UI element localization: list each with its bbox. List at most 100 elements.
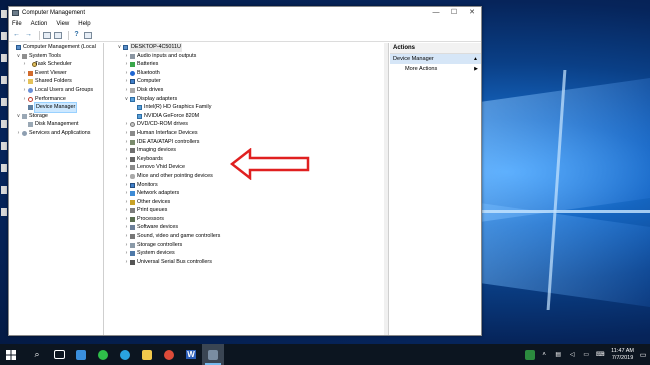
desktop-shortcut-icon[interactable]: [1, 98, 7, 106]
collapsed-chevron-icon[interactable]: ›: [124, 52, 129, 61]
tree-item-dvd-cd-rom-drives[interactable]: › DVD/CD-ROM drives: [105, 120, 388, 129]
collapsed-chevron-icon[interactable]: ›: [22, 77, 27, 86]
volume-icon[interactable]: ◁: [567, 350, 577, 360]
expanded-chevron-icon[interactable]: ∨: [124, 95, 129, 104]
desktop-shortcut-icon[interactable]: [1, 120, 7, 128]
desktop-shortcut-icon[interactable]: [1, 54, 7, 62]
tree-item-nvidia-geforce-820m[interactable]: NVIDIA GeForce 820M: [105, 112, 388, 121]
tree-item-monitors[interactable]: › Monitors: [105, 181, 388, 190]
collapsed-chevron-icon[interactable]: ›: [124, 86, 129, 95]
collapsed-chevron-icon[interactable]: ›: [124, 223, 129, 232]
tree-item-performance[interactable]: › Performance: [9, 95, 103, 104]
collapsed-chevron-icon[interactable]: ›: [22, 69, 27, 78]
collapsed-chevron-icon[interactable]: ›: [124, 258, 129, 267]
desktop-shortcut-icon[interactable]: [1, 76, 7, 84]
computer-management-taskbar-icon[interactable]: [202, 344, 224, 365]
collapsed-chevron-icon[interactable]: ›: [124, 129, 129, 138]
tree-item-human-interface-devices[interactable]: › Human Interface Devices: [105, 129, 388, 138]
collapsed-chevron-icon[interactable]: ›: [124, 60, 129, 69]
desktop-shortcut-icon[interactable]: [1, 208, 7, 216]
tree-item-system-tools[interactable]: ∨ System Tools: [9, 52, 103, 61]
tree-item-system-devices[interactable]: › System devices: [105, 249, 388, 258]
help-icon[interactable]: ?: [72, 31, 81, 39]
collapsed-chevron-icon[interactable]: ›: [124, 69, 129, 78]
tree-item-batteries[interactable]: › Batteries: [105, 60, 388, 69]
collapsed-chevron-icon[interactable]: ›: [124, 163, 129, 172]
minimize-button[interactable]: —: [427, 7, 445, 19]
network-icon[interactable]: ▤: [553, 350, 563, 360]
tree-item-disk-drives[interactable]: › Disk drives: [105, 86, 388, 95]
vertical-scrollbar[interactable]: [384, 43, 388, 335]
collapsed-chevron-icon[interactable]: ›: [124, 215, 129, 224]
menu-file[interactable]: File: [12, 21, 22, 27]
tree-item-shared-folders[interactable]: › Shared Folders: [9, 77, 103, 86]
collapsed-chevron-icon[interactable]: ›: [124, 249, 129, 258]
tree-item-bluetooth[interactable]: › Bluetooth: [105, 69, 388, 78]
expanded-chevron-icon[interactable]: ∨: [16, 112, 21, 121]
tree-item-disk-management[interactable]: Disk Management: [9, 120, 103, 129]
back-icon[interactable]: ←: [12, 31, 21, 39]
collapsed-chevron-icon[interactable]: ›: [22, 95, 27, 104]
collapsed-chevron-icon[interactable]: ›: [124, 172, 129, 181]
desktop-shortcut-icon[interactable]: [1, 142, 7, 150]
collapsed-chevron-icon[interactable]: ›: [124, 120, 129, 129]
tree-item-usb-controllers[interactable]: › Universal Serial Bus controllers: [105, 258, 388, 267]
collapsed-chevron-icon[interactable]: ›: [124, 155, 129, 164]
tree-item-network-adapters[interactable]: › Network adapters: [105, 189, 388, 198]
tree-item-display-adapters[interactable]: ∨ Display adapters: [105, 95, 388, 104]
collapsed-chevron-icon[interactable]: ›: [124, 77, 129, 86]
keyboard-icon[interactable]: ⌨: [595, 350, 605, 360]
collapsed-chevron-icon[interactable]: ›: [124, 241, 129, 250]
collapsed-chevron-icon[interactable]: ›: [16, 129, 21, 138]
search-icon[interactable]: ⌕: [26, 344, 48, 365]
telegram-icon[interactable]: [114, 344, 136, 365]
tree-item-ide-ata-atapi-controllers[interactable]: › IDE ATA/ATAPI controllers: [105, 138, 388, 147]
action-center-icon[interactable]: ▭: [638, 344, 648, 365]
tree-item-local-users-groups[interactable]: › Local Users and Groups: [9, 86, 103, 95]
battery-icon[interactable]: ▭: [581, 350, 591, 360]
desktop-shortcut-icon[interactable]: [1, 10, 7, 18]
desktop-shortcut-icon[interactable]: [1, 32, 7, 40]
system-clock[interactable]: 11:47 AM 7/7/2019: [611, 348, 634, 362]
task-view-icon[interactable]: [48, 344, 70, 365]
tree-item-audio-inputs-outputs[interactable]: › Audio inputs and outputs: [105, 52, 388, 61]
tree-item-processors[interactable]: › Processors: [105, 215, 388, 224]
collapsed-chevron-icon[interactable]: ›: [124, 206, 129, 215]
menu-view[interactable]: View: [56, 21, 69, 27]
maximize-button[interactable]: ☐: [445, 7, 463, 19]
tree-item-event-viewer[interactable]: › Event Viewer: [9, 69, 103, 78]
collapsed-chevron-icon[interactable]: ›: [124, 189, 129, 198]
tree-item-services-applications[interactable]: › Services and Applications: [9, 129, 103, 138]
tree-item-software-devices[interactable]: › Software devices: [105, 223, 388, 232]
tree-item-device-manager[interactable]: Device Manager: [9, 102, 103, 113]
collapsed-chevron-icon[interactable]: ›: [22, 60, 27, 69]
collapsed-chevron-icon[interactable]: ›: [124, 198, 129, 207]
chevron-up-icon[interactable]: ˄: [539, 350, 549, 360]
close-button[interactable]: ✕: [463, 7, 481, 19]
tree-item-task-scheduler[interactable]: › Task Scheduler: [9, 60, 103, 69]
desktop-shortcut-icon[interactable]: [1, 164, 7, 172]
title-bar[interactable]: Computer Management — ☐ ✕: [9, 7, 481, 19]
more-actions-item[interactable]: More Actions ▶: [390, 64, 481, 74]
windows-start-icon[interactable]: [0, 344, 22, 365]
actions-device-manager[interactable]: Device Manager ▲: [390, 54, 481, 64]
collapsed-chevron-icon[interactable]: ›: [124, 181, 129, 190]
whatsapp-icon[interactable]: [92, 344, 114, 365]
tree-item-computer-management-root[interactable]: Computer Management (Local: [9, 43, 103, 52]
show-hide-tree-icon[interactable]: [54, 31, 62, 39]
collapse-arrow-icon[interactable]: ▲: [473, 54, 478, 64]
forward-icon[interactable]: →: [24, 31, 33, 39]
menu-action[interactable]: Action: [31, 21, 48, 27]
console-icon[interactable]: [84, 31, 92, 39]
menu-help[interactable]: Help: [78, 21, 90, 27]
collapsed-chevron-icon[interactable]: ›: [22, 86, 27, 95]
desktop-shortcut-icon[interactable]: [1, 186, 7, 194]
tree-item-storage-controllers[interactable]: › Storage controllers: [105, 241, 388, 250]
expanded-chevron-icon[interactable]: ∨: [16, 52, 21, 61]
tree-item-other-devices[interactable]: › Other devices: [105, 198, 388, 207]
chrome-icon[interactable]: [158, 344, 180, 365]
collapsed-chevron-icon[interactable]: ›: [124, 232, 129, 241]
tree-item-computer[interactable]: › Computer: [105, 77, 388, 86]
collapsed-chevron-icon[interactable]: ›: [124, 146, 129, 155]
expanded-chevron-icon[interactable]: ∨: [117, 43, 122, 52]
